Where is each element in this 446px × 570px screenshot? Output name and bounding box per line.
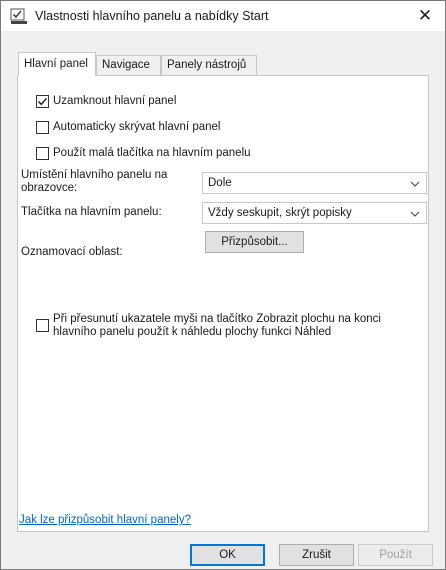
chevron-down-icon <box>410 208 420 222</box>
ok-button[interactable]: OK <box>190 544 265 566</box>
cancel-button[interactable]: Zrušit <box>279 544 354 566</box>
lock-taskbar-checkbox[interactable] <box>36 95 49 108</box>
checkmark-icon <box>38 97 48 106</box>
buttons-value: Vždy seskupit, skrýt popisky <box>208 207 352 219</box>
autohide-row[interactable]: Automaticky skrývat hlavní panel <box>36 121 220 134</box>
window-title: Vlastnosti hlavního panelu a nabídky Sta… <box>35 9 269 23</box>
location-label: Umístění hlavního panelu na obrazovce: <box>21 169 168 194</box>
buttons-dropdown[interactable]: Vždy seskupit, skrýt popisky <box>202 202 427 224</box>
customize-button[interactable]: Přizpůsobit... <box>205 231 304 253</box>
taskbar-properties-icon <box>10 8 28 25</box>
location-value: Dole <box>208 177 232 189</box>
tab-toolbars[interactable]: Panely nástrojů <box>161 55 257 75</box>
small-buttons-label: Použít malá tlačítka na hlavním panelu <box>53 147 251 159</box>
location-dropdown[interactable]: Dole <box>202 172 427 194</box>
small-buttons-row[interactable]: Použít malá tlačítka na hlavním panelu <box>36 147 251 160</box>
tab-taskbar[interactable]: Hlavní panel <box>18 52 96 76</box>
autohide-label: Automaticky skrývat hlavní panel <box>53 121 221 133</box>
title-bar: Vlastnosti hlavního panelu a nabídky Sta… <box>1 1 445 31</box>
close-button[interactable]: ✕ <box>405 1 445 31</box>
small-buttons-checkbox[interactable] <box>36 147 49 160</box>
peek-row[interactable]: Při přesunutí ukazatele myši na tlačítko… <box>36 313 406 339</box>
tab-panel: Uzamknout hlavní panel Automaticky skrýv… <box>17 75 429 532</box>
close-icon: ✕ <box>417 6 433 25</box>
properties-window: Vlastnosti hlavního panelu a nabídky Sta… <box>0 0 446 570</box>
buttons-label: Tlačítka na hlavním panelu: <box>21 206 162 218</box>
notification-area-label: Oznamovací oblast: <box>21 246 123 258</box>
help-link[interactable]: Jak lze přizpůsobit hlavní panely? <box>19 514 191 526</box>
peek-checkbox[interactable] <box>36 319 49 332</box>
lock-taskbar-label: Uzamknout hlavní panel <box>53 95 177 107</box>
peek-label: Při přesunutí ukazatele myši na tlačítko… <box>53 313 381 338</box>
apply-button[interactable]: Použít <box>358 544 433 566</box>
chevron-down-icon <box>410 178 420 192</box>
autohide-checkbox[interactable] <box>36 121 49 134</box>
lock-taskbar-row[interactable]: Uzamknout hlavní panel <box>36 95 176 108</box>
tab-navigation[interactable]: Navigace <box>96 55 161 75</box>
